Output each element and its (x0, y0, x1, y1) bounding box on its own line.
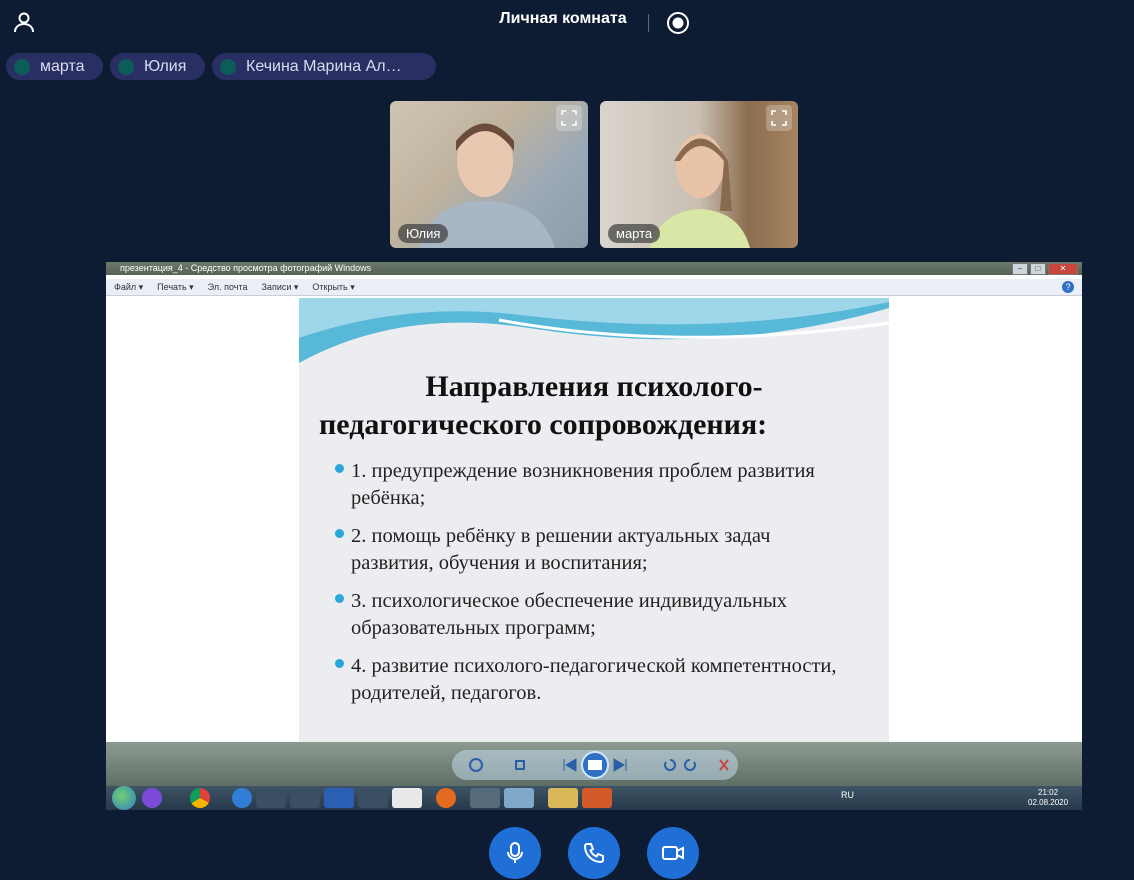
chrome-icon[interactable] (190, 788, 210, 808)
room-title: Личная комната (499, 10, 627, 27)
close-icon[interactable]: ✕ (1048, 263, 1078, 275)
status-dot-icon (118, 58, 134, 75)
alice-icon[interactable] (142, 788, 162, 808)
menu-item-open[interactable]: Открыть ▾ (312, 282, 354, 293)
clock-time: 21:02 (1038, 788, 1059, 797)
phone-icon (583, 843, 604, 864)
participant-chip[interactable]: марта (6, 53, 103, 80)
menu-item-file[interactable]: Файл ▾ (114, 282, 143, 293)
clock[interactable]: 21:02 02.08.2020 (1028, 788, 1068, 808)
shared-screen[interactable]: презентация_4 - Средство просмотра фотог… (106, 262, 1082, 810)
slide-title-line: Направления психолого- (425, 370, 763, 403)
photo-viewer-icon[interactable] (504, 788, 534, 808)
expand-icon[interactable] (766, 105, 792, 131)
window-title-bar: презентация_4 - Средство просмотра фотог… (106, 262, 1082, 275)
menu-item-burn[interactable]: Записи ▾ (262, 282, 299, 293)
powerpoint-icon[interactable] (582, 788, 612, 808)
menu-item-email[interactable]: Эл. почта (208, 282, 248, 292)
participant-name: марта (40, 57, 85, 75)
yandex-browser-icon[interactable] (392, 788, 422, 808)
yandex-icon[interactable] (358, 788, 388, 808)
microphone-button[interactable] (489, 827, 541, 879)
language-indicator[interactable]: RU (841, 790, 854, 800)
slide-title: Направления психолого- педагогического с… (319, 368, 869, 444)
slide-list-item: 4. развитие психолого-педагогической ком… (335, 653, 855, 707)
maximize-icon[interactable]: □ (1030, 263, 1046, 275)
media-player-icon[interactable] (256, 788, 286, 808)
internet-explorer-icon[interactable] (232, 788, 252, 808)
participant-name: Кечина Марина Ал… (246, 57, 402, 75)
record-icon[interactable] (666, 11, 690, 35)
slide-list: 1. предупреждение возникновения проблем … (335, 458, 855, 718)
scanner-icon[interactable] (470, 788, 500, 808)
folder-icon[interactable] (548, 788, 578, 808)
start-button[interactable] (112, 786, 136, 810)
presentation-slide: Направления психолого- педагогического с… (299, 298, 889, 742)
expand-icon[interactable] (556, 105, 582, 131)
menu-item-print[interactable]: Печать ▾ (157, 282, 194, 293)
window-menu: Файл ▾ Печать ▾ Эл. почта Записи ▾ Откры… (106, 279, 1082, 296)
clock-date: 02.08.2020 (1028, 798, 1069, 807)
camera-icon (662, 846, 684, 860)
word-icon[interactable] (324, 788, 354, 808)
status-dot-icon (14, 58, 30, 75)
slide-list-item: 1. предупреждение возникновения проблем … (335, 458, 855, 512)
firefox-icon[interactable] (436, 788, 456, 808)
video-tile[interactable]: Юлия (390, 101, 588, 248)
minimize-icon[interactable]: – (1012, 263, 1028, 275)
playback-icons (469, 751, 729, 779)
participant-chip[interactable]: Юлия (110, 53, 205, 80)
microphone-icon (507, 842, 523, 863)
participant-name: Юлия (144, 57, 187, 75)
slide-title-line: педагогического сопровождения: (319, 408, 768, 441)
window-controls: – □ ✕ (1012, 263, 1078, 275)
help-icon[interactable]: ? (1062, 281, 1074, 293)
video-tile[interactable]: марта (600, 101, 798, 248)
video-name-label: Юлия (398, 224, 449, 243)
window-title: презентация_4 - Средство просмотра фотог… (120, 263, 372, 273)
status-dot-icon (220, 58, 236, 75)
slide-list-item: 3. психологическое обеспечение индивидуа… (335, 588, 855, 642)
participant-chip[interactable]: Кечина Марина Ал… (212, 53, 436, 80)
camera-button[interactable] (647, 827, 699, 879)
slide-list-item: 2. помощь ребёнку в решении актуальных з… (335, 523, 855, 577)
hangup-button[interactable] (568, 827, 620, 879)
video-name-label: марта (608, 224, 661, 243)
windows-taskbar (106, 786, 1082, 810)
photo-viewer-controls[interactable] (452, 750, 738, 780)
header-divider (648, 14, 649, 32)
music-icon[interactable] (290, 788, 320, 808)
slide-wave-decoration (299, 298, 889, 368)
